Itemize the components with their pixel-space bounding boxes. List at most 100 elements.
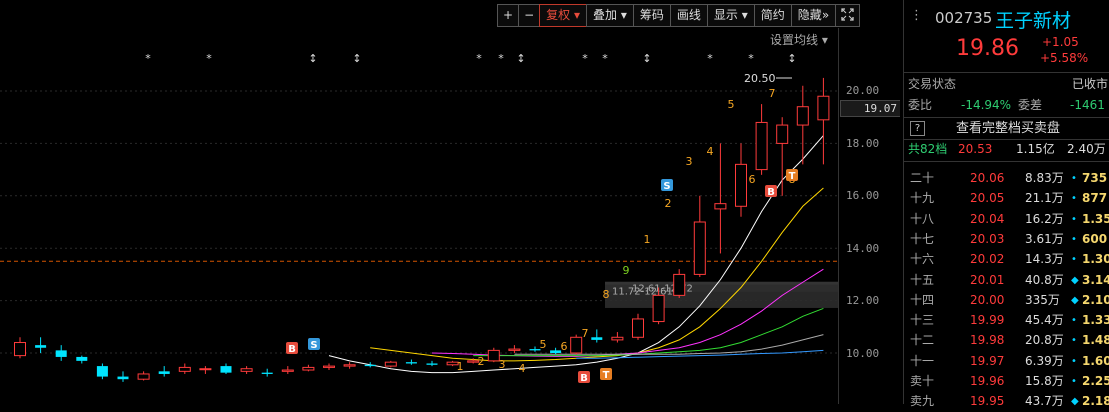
candle-body bbox=[55, 350, 67, 357]
zoom-out-button[interactable]: − bbox=[518, 4, 541, 27]
count-label: 6 bbox=[749, 173, 756, 186]
kline-canvas[interactable]: 12.61-12.7211.72-12.61* * ↕ ↕ * * ↕ * * ↕ * * ↕1 2 3 45… bbox=[0, 0, 900, 404]
order-row[interactable]: 十三 19.99 45.4万 • 1.33万 bbox=[904, 310, 1109, 331]
candle-body bbox=[591, 337, 603, 340]
hide-button[interactable]: 隐藏» bbox=[790, 4, 837, 27]
order-level: 卖九 bbox=[910, 394, 935, 409]
count-label: 1 bbox=[644, 233, 651, 246]
order-price: 20.01 bbox=[970, 272, 1005, 287]
stock-name[interactable]: 王子新材 bbox=[995, 6, 1071, 33]
signal-marker: * bbox=[748, 52, 754, 65]
order-mark-icon: • bbox=[1071, 376, 1077, 387]
order-mark-icon: ◆ bbox=[1071, 274, 1079, 286]
summary-levels: 共82档 bbox=[908, 142, 948, 156]
order-row[interactable]: 卖十 19.96 15.8万 • 2.25万 bbox=[904, 371, 1109, 392]
count-label: 8 bbox=[603, 288, 610, 301]
brief-button[interactable]: 简约 bbox=[753, 4, 792, 27]
y-tick-label: 10.00 bbox=[846, 347, 880, 360]
order-mark-icon: ◆ bbox=[1071, 294, 1079, 306]
order-mark-icon: • bbox=[1071, 355, 1077, 367]
order-row[interactable]: 十八 20.04 16.2万 • 1.35万 bbox=[904, 209, 1109, 230]
count-label: 4 bbox=[707, 145, 714, 158]
order-row[interactable]: 十二 19.98 20.8万 • 1.48万 bbox=[904, 330, 1109, 351]
signal-marker: ↕ bbox=[642, 52, 651, 65]
price-change-pct: +5.58% bbox=[1040, 51, 1089, 65]
order-mark-icon: • bbox=[1071, 173, 1077, 184]
order-row[interactable]: 十六 20.02 14.3万 • 1.30万 bbox=[904, 249, 1109, 270]
divider bbox=[904, 72, 1109, 73]
candle-body bbox=[550, 350, 562, 353]
draw-line-button[interactable]: 画线 bbox=[669, 4, 708, 27]
full-book-button[interactable]: ? 查看完整档买卖盘 bbox=[904, 118, 1109, 139]
fullscreen-button[interactable] bbox=[835, 4, 861, 27]
order-row[interactable]: 卖九 19.95 43.7万 ◆2.18万 bbox=[904, 391, 1109, 412]
display-dropdown[interactable]: 显示 ▾ bbox=[706, 4, 755, 27]
panel-scroll-icon[interactable]: ⋮ bbox=[910, 8, 923, 23]
trade-status-label: 交易状态 bbox=[908, 77, 957, 91]
order-price: 20.04 bbox=[970, 211, 1005, 226]
order-price: 19.99 bbox=[970, 313, 1005, 328]
candle-body bbox=[796, 106, 809, 126]
candle-body bbox=[755, 121, 768, 171]
count-label: 2 bbox=[478, 355, 485, 368]
order-row[interactable]: 十四 20.00 335万 ◆2.10万 bbox=[904, 290, 1109, 311]
order-row[interactable]: 十九 20.05 21.1万 • 877 bbox=[904, 188, 1109, 209]
count-label: 6 bbox=[561, 340, 568, 353]
order-level: 十九 bbox=[910, 191, 935, 206]
candle-body bbox=[364, 364, 376, 367]
price-change: +1.05 bbox=[1042, 35, 1079, 49]
ma-settings-link[interactable]: 设置均线 ▾ bbox=[770, 31, 828, 48]
kline-chart[interactable]: 12.61-12.72 11.72-12.61 * * ↕ ↕ * * ↕ * * ↕ * * ↕ 1 2 3 4 5… bbox=[0, 0, 900, 404]
overlay-dropdown[interactable]: 叠加 ▾ bbox=[586, 4, 634, 27]
signal-marker: * bbox=[476, 52, 482, 65]
zoom-in-button[interactable]: + bbox=[497, 4, 520, 27]
sell-badge: S bbox=[310, 340, 317, 351]
order-count: 1.48万 bbox=[1082, 333, 1109, 348]
order-mark-icon: • bbox=[1071, 254, 1077, 266]
order-row[interactable]: 十七 20.03 3.61万 • 600 bbox=[904, 229, 1109, 250]
order-row[interactable]: 十五 20.01 40.8万 ◆3.14万 bbox=[904, 270, 1109, 291]
order-diff-label: 委差 bbox=[1018, 98, 1043, 112]
order-price: 19.95 bbox=[970, 394, 1005, 409]
buy-badge: B bbox=[580, 373, 588, 384]
order-row[interactable]: 十一 19.97 6.39万 • 1.60万 bbox=[904, 351, 1109, 372]
candle-body bbox=[343, 364, 356, 367]
candle-body bbox=[673, 273, 686, 296]
order-mark-icon: • bbox=[1071, 193, 1077, 205]
order-count: 1.33万 bbox=[1082, 313, 1109, 328]
order-count: 1.60万 bbox=[1082, 353, 1109, 368]
order-row[interactable]: 二十 20.06 8.83万 • 735 bbox=[904, 168, 1109, 189]
candle-body bbox=[199, 368, 212, 371]
expand-arrows-icon: » bbox=[821, 8, 830, 22]
order-volume: 40.8万 bbox=[1025, 272, 1064, 287]
restore-rights-dropdown[interactable]: 复权 ▾ bbox=[539, 4, 587, 27]
stock-code: 002735 bbox=[935, 9, 993, 27]
y-tick-label: 14.00 bbox=[846, 242, 880, 255]
count-label: 2 bbox=[665, 197, 672, 210]
chips-button[interactable]: 筹码 bbox=[632, 4, 671, 27]
order-volume: 21.1万 bbox=[1025, 191, 1064, 206]
trade-status-row: 交易状态 已收市 bbox=[904, 74, 1109, 95]
order-count: 2.10万 bbox=[1082, 292, 1109, 307]
last-price: 19.86 bbox=[956, 36, 1019, 61]
order-mark-icon: • bbox=[1071, 233, 1077, 245]
order-mark-icon: • bbox=[1071, 315, 1077, 327]
y-tick-label: 20.00 bbox=[846, 84, 880, 97]
signal-marker: * bbox=[582, 52, 588, 65]
order-volume: 6.39万 bbox=[1025, 353, 1064, 368]
candle-body bbox=[14, 342, 26, 357]
order-price: 20.06 bbox=[970, 171, 1005, 185]
order-volume: 43.7万 bbox=[1025, 394, 1064, 409]
order-mark-icon: • bbox=[1071, 335, 1077, 347]
chart-toolbar: + − 复权 ▾ 叠加 ▾ 筹码 画线 显示 ▾ 简约 隐藏» bbox=[497, 4, 861, 27]
signal-marker: ↕ bbox=[308, 52, 317, 65]
order-mark-icon: • bbox=[1071, 213, 1077, 225]
candle-body bbox=[570, 336, 583, 354]
y-tick-label: 12.00 bbox=[846, 294, 880, 307]
candle-body bbox=[35, 345, 47, 348]
order-count: 877 bbox=[1082, 191, 1108, 206]
order-price: 20.02 bbox=[970, 252, 1005, 267]
full-book-label: 查看完整档买卖盘 bbox=[956, 121, 1061, 136]
candle-body bbox=[693, 221, 706, 275]
candle-body bbox=[776, 124, 789, 144]
